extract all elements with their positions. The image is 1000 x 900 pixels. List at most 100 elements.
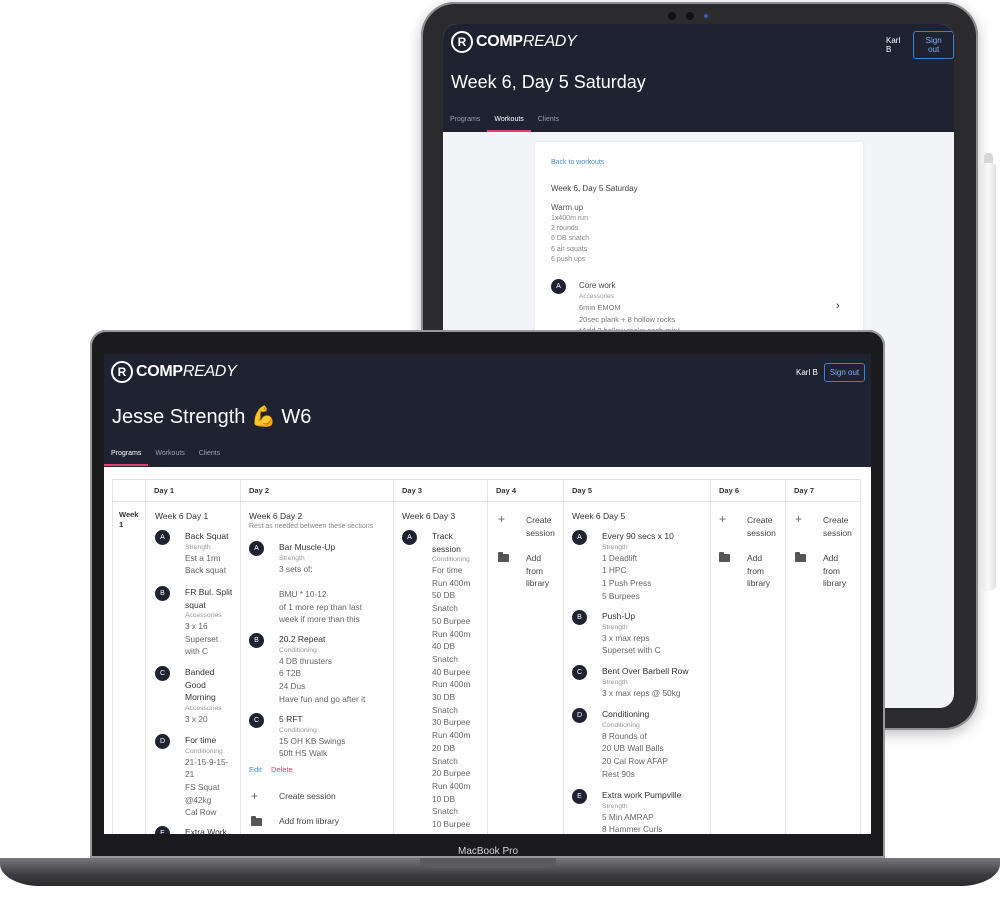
create-session-label: Create session — [279, 791, 336, 801]
day-column-6: Day 6 + Create session Add from library — [710, 480, 785, 834]
exercise-line: Have fun and go after it — [279, 693, 366, 704]
exercise-line: Run 400m — [432, 679, 471, 690]
logo-ready-text: READY — [522, 33, 577, 50]
add-from-library-button[interactable]: Add from library — [498, 552, 560, 590]
compready-logo[interactable]: R COMPREADY — [451, 31, 577, 53]
section-letter-badge: A — [551, 279, 566, 294]
exercise-letter-badge: A — [402, 530, 417, 545]
exercise-line: For time — [432, 565, 463, 575]
logo-comp-text: COMP — [136, 363, 183, 380]
exercise-line: 1 Push Press — [602, 577, 652, 588]
exercise-line: 3 x max reps @ 50kg — [602, 687, 681, 698]
ipad-header: R COMPREADY Karl B Sign out Week 6, Day … — [443, 24, 954, 132]
add-from-library-button[interactable]: Add from library — [251, 816, 339, 826]
tab-workouts[interactable]: Workouts — [487, 114, 532, 132]
exercise-line: 10 DB — [432, 793, 456, 804]
exercise-line: 30 Burpee — [432, 717, 471, 728]
exercise-line: 4 DB thrusters — [279, 655, 333, 666]
macbook-screen: R COMPREADY Karl B Sign out Jesse Streng… — [104, 354, 871, 834]
exercise-letter-badge: B — [249, 633, 264, 648]
add-library-label: Add from library — [823, 553, 847, 589]
folder-icon — [719, 552, 730, 562]
exercise-line: 5 Burpees — [602, 590, 640, 601]
day-header: Day 1 — [154, 486, 175, 495]
warmup-title: Warm up — [551, 203, 584, 212]
day-name[interactable]: Week 6 Day 3 — [402, 511, 455, 521]
logo-mark-icon: R — [111, 361, 133, 383]
logo-comp-text: COMP — [476, 33, 523, 50]
mac-header: R COMPREADY Karl B Sign out Jesse Streng… — [104, 354, 871, 467]
plus-icon: + — [251, 789, 259, 803]
workout-day-name: Week 6, Day 5 Saturday — [551, 184, 638, 193]
chevron-right-icon[interactable]: › — [836, 300, 840, 312]
exercise-line: 50ft HS Walk — [279, 748, 328, 759]
exercise-line: Run 400m — [432, 577, 471, 588]
logo-mark-icon: R — [451, 31, 473, 53]
week-label: Week 1 — [119, 510, 139, 529]
exercise-line: 3 x 16 — [185, 621, 208, 631]
create-session-button[interactable]: + Create session — [795, 513, 857, 539]
apple-pencil — [981, 163, 996, 591]
exercise-letter-badge: D — [155, 734, 170, 749]
mac-tabs: Programs Workouts Clients — [104, 448, 227, 466]
back-to-workouts-link[interactable]: Back to workouts — [551, 159, 604, 166]
exercise-line: 50 Burpee — [432, 615, 471, 626]
add-from-library-button[interactable]: Add from library — [719, 552, 781, 590]
exercise-line: 30 DB — [432, 692, 456, 703]
exercise-category: Strength — [602, 802, 628, 810]
tab-clients[interactable]: Clients — [192, 448, 227, 466]
exercise-name: 5 RFT — [279, 714, 303, 724]
tab-programs[interactable]: Programs — [104, 448, 149, 466]
tab-programs[interactable]: Programs — [443, 114, 487, 132]
create-session-label: Create session — [823, 515, 852, 538]
tab-workouts[interactable]: Workouts — [148, 448, 191, 466]
edit-delete-links: Edit Delete — [249, 765, 293, 774]
exercise-name: Bent Over Barbell Row — [602, 666, 689, 676]
exercise-line: 1 Deadlift — [602, 552, 638, 563]
exercise-letter-badge: B — [155, 586, 170, 601]
signout-button[interactable]: Sign out — [823, 363, 866, 382]
exercise-category: Conditioning — [279, 726, 317, 734]
exercise-line: 3 x max reps — [602, 632, 650, 643]
day-name[interactable]: Week 6 Day 2 — [249, 511, 302, 521]
day-name[interactable]: Week 6 Day 5 — [572, 511, 625, 521]
exercise-category: Accessories — [185, 704, 222, 712]
add-library-label: Add from library — [747, 553, 771, 589]
exercise-letter-badge: C — [155, 666, 170, 681]
exercise-letter-badge: A — [572, 530, 587, 545]
exercise-line: 1 HPC — [602, 565, 627, 576]
tab-clients[interactable]: Clients — [531, 114, 566, 132]
exercise-letter-badge: A — [249, 541, 264, 556]
create-session-button[interactable]: + Create session — [719, 513, 781, 539]
day-name[interactable]: Week 6 Day 1 — [155, 511, 208, 521]
exercise-name: Extra work Pumpville — [602, 790, 682, 800]
section-line: 6min EMOM — [579, 303, 621, 312]
macbook-label: MacBook Pro — [457, 846, 519, 857]
exercise-name: Conditioning — [602, 709, 650, 719]
exercise-line: BMU * 10-12 — [279, 588, 327, 599]
exercise-line: 3 x 20 — [185, 713, 208, 724]
add-library-label: Add from library — [279, 816, 339, 826]
day-column-1: Day 1 Week 6 Day 1 A Back Squat Strength… — [145, 480, 240, 834]
create-session-button[interactable]: + Create session — [498, 513, 560, 539]
exercise-line: Rest 90s — [602, 768, 635, 779]
exercise-line: with C — [185, 646, 209, 657]
exercise-line: 15 OH KB Swings — [279, 735, 346, 746]
exercise-category: Conditioning — [602, 721, 640, 729]
ipad-tabs: Programs Workouts Clients — [443, 114, 566, 132]
exercise-line: Superset — [185, 633, 219, 644]
exercise-line: 20 DB — [432, 742, 456, 753]
create-session-button[interactable]: + Create session — [251, 789, 336, 803]
signout-button[interactable]: Sign out — [913, 31, 954, 59]
exercise-category: Accessories — [185, 612, 222, 619]
day-note: Rest as needed between these sections — [249, 523, 374, 530]
delete-link[interactable]: Delete — [271, 765, 293, 774]
exercise-line: Run 400m — [432, 780, 471, 791]
add-from-library-button[interactable]: Add from library — [795, 552, 857, 590]
section-name: Core work — [579, 281, 616, 290]
exercise-line: 50 DB — [432, 590, 456, 601]
compready-logo[interactable]: R COMPREADY — [111, 361, 237, 383]
day-column-7: Day 7 + Create session Add from library — [785, 480, 862, 834]
edit-link[interactable]: Edit — [249, 765, 262, 774]
exercise-category: Strength — [602, 623, 628, 631]
